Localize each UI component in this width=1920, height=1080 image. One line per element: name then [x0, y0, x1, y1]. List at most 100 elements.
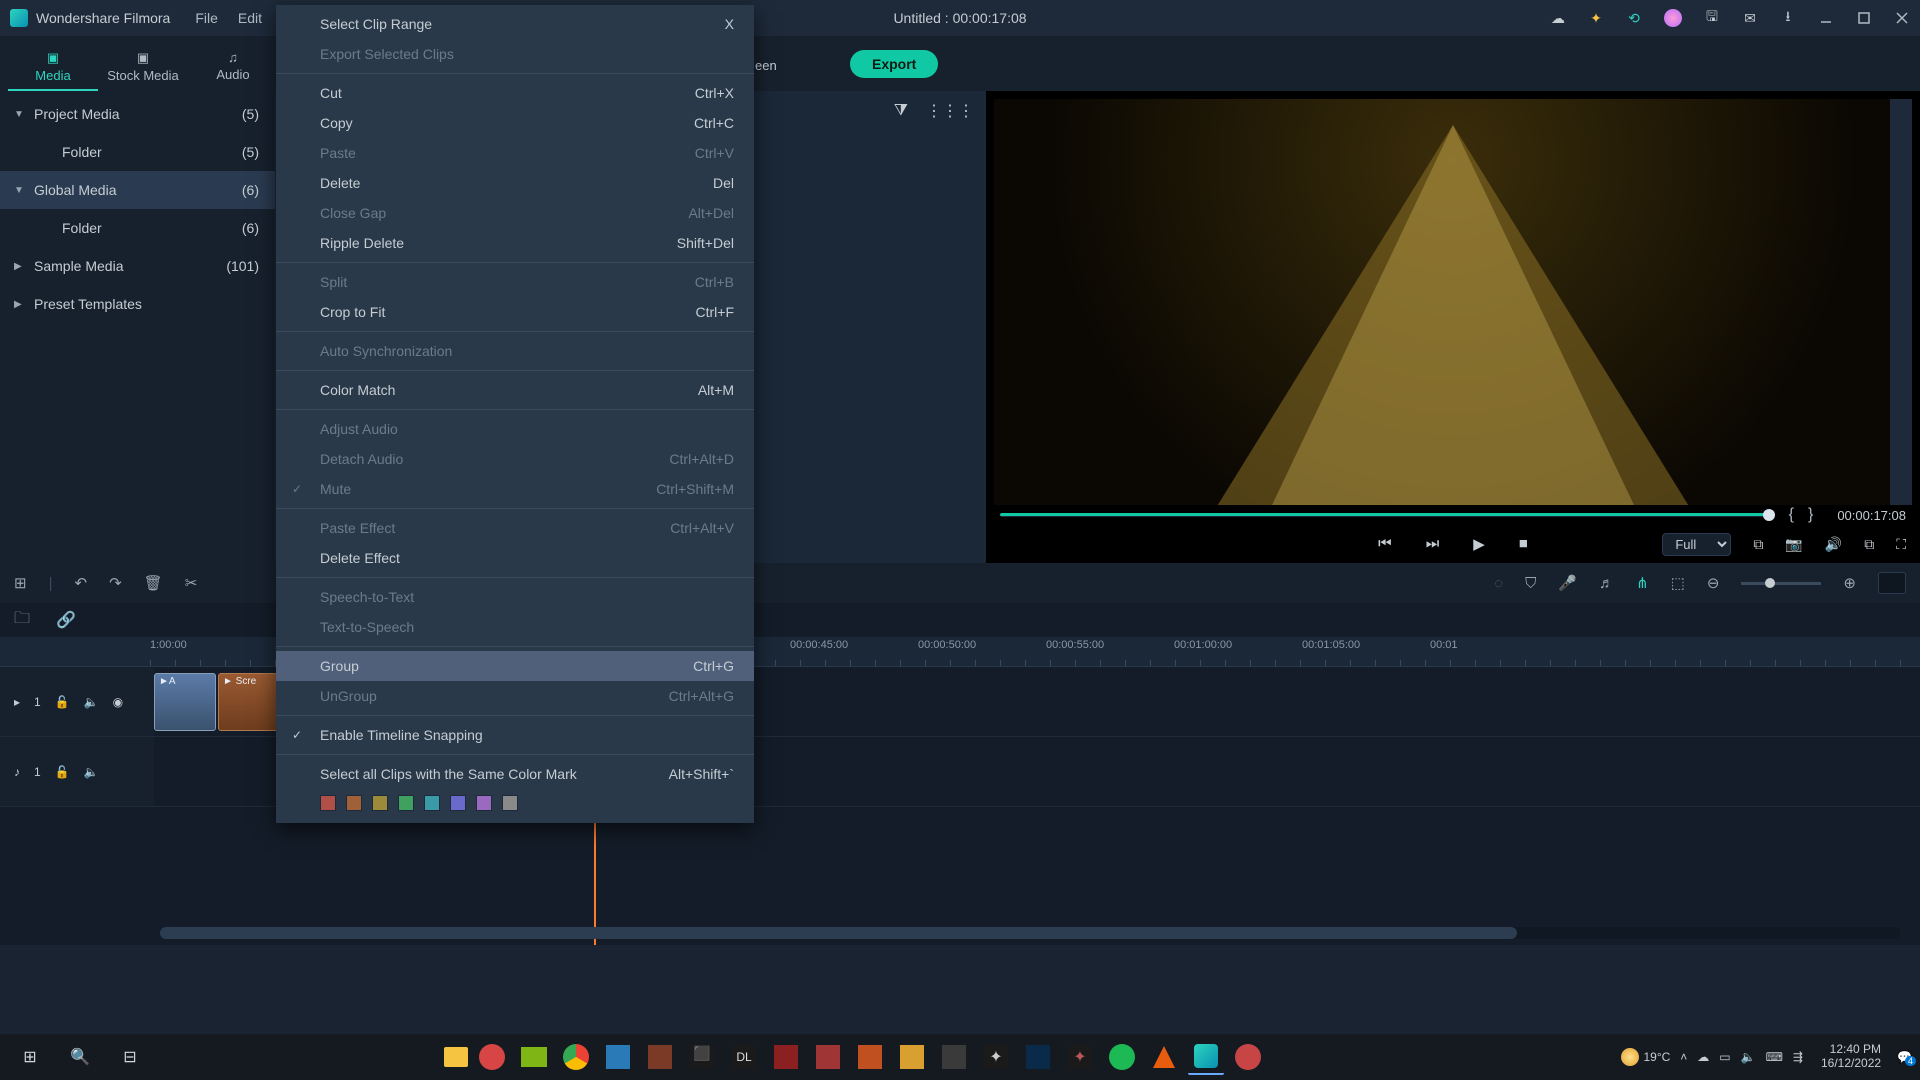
taskbar-app-2[interactable]: [474, 1039, 510, 1075]
menu-edit[interactable]: Edit: [238, 10, 262, 26]
tab-audio[interactable]: ♫ Audio: [188, 50, 278, 91]
context-menu-item[interactable]: Ripple DeleteShift+Del: [276, 228, 754, 258]
sidebar-item[interactable]: ▼Project Media(5): [0, 95, 275, 133]
mute-icon[interactable]: 🔈: [84, 765, 99, 779]
visibility-icon[interactable]: ◉: [113, 695, 123, 709]
download-icon[interactable]: ⭳: [1780, 10, 1796, 26]
taskbar-app-11[interactable]: [852, 1039, 888, 1075]
menu-file[interactable]: File: [195, 10, 218, 26]
sidebar-item[interactable]: Folder(5): [0, 133, 275, 171]
layout-icon[interactable]: ⊞: [14, 574, 27, 592]
detach-icon[interactable]: ⧉: [1864, 536, 1874, 553]
color-swatch[interactable]: [476, 795, 492, 811]
headset-icon[interactable]: ⟲: [1626, 10, 1642, 26]
notifications-icon[interactable]: 💬4: [1897, 1050, 1912, 1064]
color-swatch[interactable]: [424, 795, 440, 811]
taskbar-app-14[interactable]: ✦: [978, 1039, 1014, 1075]
filter-icon[interactable]: ⧩: [894, 102, 908, 120]
sidebar-item[interactable]: ▶Preset Templates: [0, 285, 275, 323]
folder-sync-icon[interactable]: 🗀: [14, 607, 30, 634]
save-icon[interactable]: 🖫: [1704, 10, 1720, 26]
export-button[interactable]: Export: [850, 50, 938, 78]
mute-icon[interactable]: 🔈: [84, 695, 99, 709]
weather-icon[interactable]: 19°C: [1621, 1048, 1670, 1066]
mark-out-icon[interactable]: }: [1808, 506, 1813, 524]
link-icon[interactable]: 🔗: [56, 610, 76, 630]
preview-viewport[interactable]: [994, 99, 1912, 505]
undo-icon[interactable]: ↶: [74, 574, 87, 592]
zoom-in-icon[interactable]: ⊕: [1843, 574, 1856, 592]
snapshot-icon[interactable]: 📷: [1785, 536, 1802, 553]
taskbar-app-spotify[interactable]: [1104, 1039, 1140, 1075]
color-swatch[interactable]: [346, 795, 362, 811]
tray-onedrive-icon[interactable]: ☁: [1697, 1050, 1709, 1064]
taskbar-app-chrome[interactable]: [558, 1039, 594, 1075]
color-swatch[interactable]: [372, 795, 388, 811]
task-view-icon[interactable]: ⊟: [108, 1037, 152, 1077]
lock-icon[interactable]: 🔓: [55, 695, 70, 709]
search-icon[interactable]: 🔍: [58, 1037, 102, 1077]
zoom-out-icon[interactable]: ⊖: [1707, 574, 1720, 592]
taskbar-app-8[interactable]: DL: [726, 1039, 762, 1075]
color-swatch[interactable]: [320, 795, 336, 811]
taskbar-app-16[interactable]: ✦: [1062, 1039, 1098, 1075]
marker-shield-icon[interactable]: ⛉: [1525, 575, 1536, 592]
tray-wifi-icon[interactable]: ⇶: [1793, 1050, 1803, 1064]
quality-select[interactable]: Full: [1662, 533, 1731, 556]
lock-icon[interactable]: 🔓: [55, 765, 70, 779]
cut-icon[interactable]: ✂: [185, 574, 198, 592]
taskbar-app-20[interactable]: [1230, 1039, 1266, 1075]
timeline-settings-icon[interactable]: [1878, 572, 1906, 594]
context-menu-item[interactable]: CopyCtrl+C: [276, 108, 754, 138]
play-icon[interactable]: ▶: [1473, 535, 1485, 553]
taskbar-app-7[interactable]: ⬛: [684, 1039, 720, 1075]
sidebar-item[interactable]: ▶Sample Media(101): [0, 247, 275, 285]
tray-chevron-icon[interactable]: ˄: [1680, 1050, 1687, 1064]
taskbar-app-9[interactable]: [768, 1039, 804, 1075]
redo-icon[interactable]: ↷: [109, 574, 122, 592]
timeline-clip-2[interactable]: ► Scre: [218, 673, 278, 731]
tray-volume-icon[interactable]: 🔈: [1741, 1050, 1756, 1064]
sidebar-item[interactable]: ▼Global Media(6): [0, 171, 275, 209]
taskbar-app-12[interactable]: [894, 1039, 930, 1075]
scrub-playhead-icon[interactable]: [1763, 509, 1775, 521]
zoom-slider[interactable]: [1741, 582, 1821, 585]
context-menu-item[interactable]: Color MatchAlt+M: [276, 375, 754, 405]
volume-icon[interactable]: 🔊: [1825, 536, 1842, 553]
audio-mixer-icon[interactable]: ♬: [1599, 575, 1614, 592]
tray-language-icon[interactable]: ⌨: [1766, 1050, 1783, 1064]
timeline-clip-1[interactable]: ►A: [154, 673, 216, 731]
context-menu-item[interactable]: Select Clip RangeX: [276, 9, 754, 39]
context-menu-item[interactable]: Delete Effect: [276, 543, 754, 573]
prev-frame-icon[interactable]: ⏮: [1378, 535, 1392, 553]
context-menu-item[interactable]: CutCtrl+X: [276, 78, 754, 108]
profile-avatar-icon[interactable]: [1664, 9, 1682, 27]
taskbar-app-explorer[interactable]: [444, 1047, 468, 1067]
tab-stock-media[interactable]: ▣ Stock Media: [98, 50, 188, 91]
taskbar-app-filmora-active[interactable]: [1188, 1039, 1224, 1075]
taskbar-app-10[interactable]: [810, 1039, 846, 1075]
grid-view-icon[interactable]: ⋮⋮⋮: [926, 101, 974, 121]
tips-icon[interactable]: ✦: [1588, 10, 1604, 26]
fullscreen-icon[interactable]: ⛶: [1896, 536, 1906, 553]
taskbar-app-vlc[interactable]: [1146, 1039, 1182, 1075]
taskbar-app-6[interactable]: [642, 1039, 678, 1075]
color-swatch[interactable]: [398, 795, 414, 811]
window-maximize-icon[interactable]: [1856, 10, 1872, 26]
stop-icon[interactable]: ■: [1519, 535, 1528, 553]
render-icon[interactable]: ◌: [1494, 575, 1503, 592]
color-swatch[interactable]: [502, 795, 518, 811]
display-icon[interactable]: ⧉: [1753, 536, 1763, 553]
context-menu-item[interactable]: DeleteDel: [276, 168, 754, 198]
mail-icon[interactable]: ✉: [1742, 10, 1758, 26]
timeline-scrollbar-thumb[interactable]: [160, 927, 1517, 939]
window-minimize-icon[interactable]: [1818, 10, 1834, 26]
tab-media[interactable]: ▣ Media: [8, 50, 98, 91]
context-menu-item[interactable]: Select all Clips with the Same Color Mar…: [276, 759, 754, 789]
mark-in-icon[interactable]: {: [1789, 506, 1794, 524]
voiceover-mic-icon[interactable]: 🎤: [1558, 574, 1577, 592]
auto-ripple-icon[interactable]: ⋔: [1636, 574, 1649, 592]
cloud-icon[interactable]: ☁: [1550, 10, 1566, 26]
context-menu-item[interactable]: Crop to FitCtrl+F: [276, 297, 754, 327]
context-menu-item[interactable]: GroupCtrl+G: [276, 651, 754, 681]
